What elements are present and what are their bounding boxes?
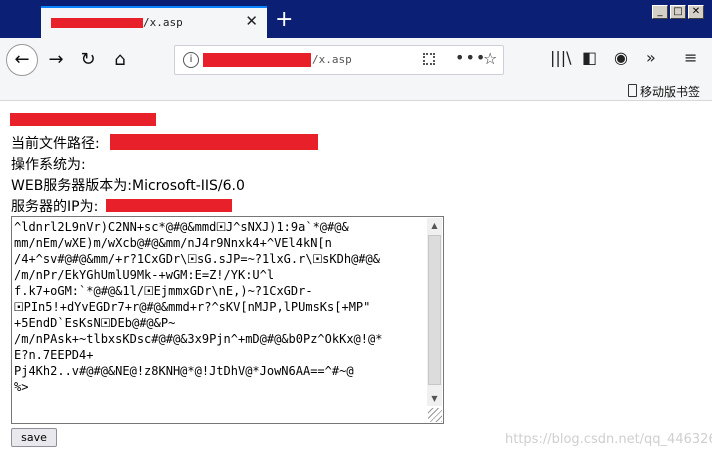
- account-icon[interactable]: ◉: [614, 48, 628, 67]
- textarea-line: f.k7+oGM:`*@#@&1l/🞔EjmmxGDr\nE,)~?1CxGDr…: [14, 284, 313, 298]
- bookmark-star-icon[interactable]: ☆: [483, 49, 497, 68]
- tab-title: /x.asp: [143, 16, 183, 29]
- textarea-line: /m/nPAsk+~tlbxsKDsc#@#@&3x9Pjn^+mD@#@&b0…: [14, 332, 383, 346]
- home-button[interactable]: ⌂: [108, 48, 132, 72]
- scroll-up-arrow[interactable]: ▲: [427, 218, 442, 233]
- server-ip-label: 服务器的IP为:: [11, 199, 99, 215]
- os-line: 操作系统为:: [11, 157, 86, 173]
- redaction-block: [10, 113, 156, 126]
- watermark: https://blog.csdn.net/qq_44632668: [505, 432, 712, 447]
- title-bar: /x.asp ✕ + _ □ ✕: [0, 0, 712, 38]
- current-path-label: 当前文件路径:: [11, 136, 100, 152]
- library-icon[interactable]: |||\: [550, 48, 572, 67]
- url-bar[interactable]: i /x.asp ••• ☆: [174, 45, 504, 75]
- phone-icon: [627, 84, 637, 97]
- reload-button[interactable]: ↻: [76, 48, 100, 72]
- save-button[interactable]: save: [11, 428, 57, 447]
- textarea-line: /4+^sv#@#@&mm/+r?1CxGDr\🞔sG.sJP=~?1lxG.r…: [14, 252, 380, 266]
- close-window-button[interactable]: ✕: [688, 5, 704, 19]
- overflow-icon[interactable]: »: [646, 48, 656, 67]
- new-tab-button[interactable]: +: [275, 9, 293, 31]
- qr-code-icon[interactable]: [423, 53, 435, 65]
- scroll-down-arrow[interactable]: ▼: [427, 391, 442, 406]
- tab-close-icon[interactable]: ✕: [245, 13, 258, 29]
- textarea-line: ^ldnrl2L9nVr)C2NN+sc*@#@&mmd🞔J^sNXJ)1:9a…: [14, 220, 349, 234]
- scroll-thumb[interactable]: [428, 235, 441, 385]
- current-path-line: 当前文件路径:: [11, 133, 100, 153]
- maximize-button[interactable]: □: [670, 5, 686, 19]
- window-controls: _ □ ✕: [652, 5, 704, 21]
- page-actions-icon[interactable]: •••: [455, 48, 486, 67]
- textarea-scrollbar[interactable]: ▲ ▼: [427, 218, 442, 406]
- resize-handle[interactable]: [428, 408, 442, 422]
- textarea-line: +5EndD`EsKsN🞔DEb@#@&P~: [14, 316, 176, 330]
- url-text: /x.asp: [312, 53, 352, 66]
- textarea-content[interactable]: ^ldnrl2L9nVr)C2NN+sc*@#@&mmd🞔J^sNXJ)1:9a…: [14, 219, 426, 421]
- mobile-bookmarks[interactable]: 移动版书签: [627, 83, 700, 100]
- url-redaction: [203, 53, 311, 67]
- server-version-line: WEB服务器版本为:Microsoft-IIS/6.0: [11, 178, 245, 194]
- server-ip-line: 服务器的IP为:: [11, 196, 98, 216]
- tab-active[interactable]: /x.asp ✕: [41, 6, 267, 38]
- mobile-bookmarks-label: 移动版书签: [639, 85, 700, 99]
- path-redaction: [110, 134, 318, 150]
- textarea-line: 🞔PIn5!+dYvEGDr7+r@#@&mmd+r?^sKV[nMJP,lPU…: [14, 300, 371, 314]
- textarea-line: Pj4Kh2..v#@#@&NE@!z8KNH@*@!JtDhV@*JowN6A…: [14, 364, 354, 378]
- ip-redaction: [106, 199, 232, 212]
- textarea-line: E?n.7EEPD4+: [14, 348, 94, 362]
- textarea-line: mm/nEm/wXE)m/wXcb@#@&mm/nJ4r9Nnxk4+^VEl4…: [14, 236, 332, 250]
- title-bar-left: [0, 0, 40, 38]
- menu-icon[interactable]: ≡: [684, 48, 697, 67]
- textarea-line: /m/nPr/EkYGhUmlU9Mk-+wGM:E=Z!/YK:U^l: [14, 268, 275, 282]
- info-icon[interactable]: i: [183, 52, 199, 68]
- back-button[interactable]: ←: [6, 44, 38, 76]
- sidebar-icon[interactable]: ◧: [582, 48, 597, 67]
- bookmark-bar: 移动版书签: [0, 82, 712, 101]
- forward-button[interactable]: →: [44, 48, 68, 72]
- code-textarea[interactable]: ^ldnrl2L9nVr)C2NN+sc*@#@&mmd🞔J^sNXJ)1:9a…: [11, 216, 444, 424]
- minimize-button[interactable]: _: [652, 5, 668, 19]
- textarea-line: %>: [14, 380, 29, 394]
- tab-redaction: [51, 18, 143, 28]
